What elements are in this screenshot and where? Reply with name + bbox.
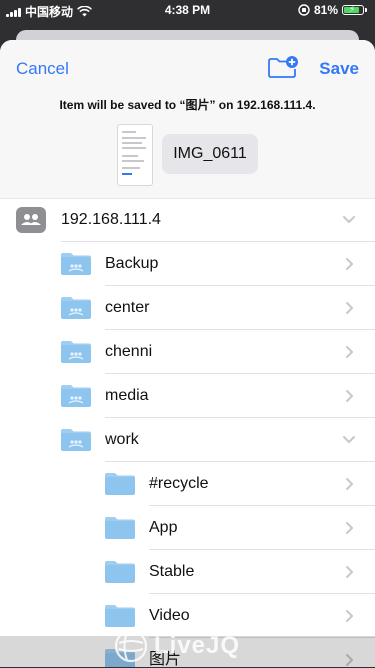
folder-icon <box>60 384 92 413</box>
new-folder-button[interactable] <box>267 55 299 81</box>
file-name-field[interactable]: IMG_0611 <box>162 134 258 174</box>
cancel-button[interactable]: Cancel <box>16 59 69 79</box>
folder-name: work <box>105 431 139 448</box>
watermark: LiveJQ <box>114 624 240 668</box>
chevron-right-icon <box>346 522 353 534</box>
chevron-right-icon <box>346 390 353 402</box>
folder-row[interactable]: center <box>0 286 375 330</box>
battery-icon: ⚡ <box>342 4 364 15</box>
status-left: 中国移动 <box>6 3 92 20</box>
folder-icon <box>60 428 92 457</box>
folder-icon <box>60 340 92 369</box>
folder-name: App <box>149 519 178 536</box>
chevron-down-icon <box>343 436 355 443</box>
folder-name: Backup <box>105 255 159 272</box>
folder-name: center <box>105 299 150 316</box>
battery-percent: 81% <box>313 3 338 17</box>
chevron-right-icon <box>346 302 353 314</box>
server-name: 192.168.111.4 <box>61 211 161 228</box>
cellular-signal-icon <box>6 7 21 17</box>
chevron-right-icon <box>346 566 353 578</box>
battery-cap <box>365 8 367 12</box>
chevron-right-icon <box>346 258 353 270</box>
folder-row[interactable]: work <box>0 418 375 462</box>
folder-icon <box>104 516 136 545</box>
folder-icon <box>104 472 136 501</box>
carrier-label: 中国移动 <box>25 5 74 19</box>
folder-row[interactable]: media <box>0 374 375 418</box>
folder-icon <box>60 252 92 281</box>
folder-row[interactable]: Backup <box>0 242 375 286</box>
folder-row[interactable]: Stable <box>0 550 375 594</box>
save-destination-message: Item will be saved to “图片” on 192.168.11… <box>59 98 316 112</box>
folder-row[interactable]: #recycle <box>0 462 375 506</box>
folder-name: chenni <box>105 343 153 360</box>
folder-name: #recycle <box>149 475 209 492</box>
file-thumbnail <box>117 124 153 186</box>
shared-server-icon <box>16 207 46 233</box>
status-right: 81% ⚡ <box>298 3 367 17</box>
new-folder-icon <box>268 56 298 78</box>
wifi-icon <box>77 6 92 17</box>
folder-row[interactable]: chenni <box>0 330 375 374</box>
chevron-down-icon <box>343 216 355 223</box>
orientation-lock-icon <box>298 4 310 16</box>
sheet-header: Cancel Save Item will be saved to “图片” o… <box>0 40 375 199</box>
folder-icon <box>60 296 92 325</box>
status-bar: 中国移动 4:38 PM 81% ⚡ <box>0 0 375 22</box>
watermark-logo-icon <box>114 629 148 663</box>
chevron-right-icon <box>346 610 353 622</box>
save-to-files-sheet: Cancel Save Item will be saved to “图片” o… <box>0 40 375 667</box>
chevron-right-icon <box>346 478 353 490</box>
folder-name: Stable <box>149 563 195 580</box>
folder-icon <box>104 560 136 589</box>
folder-name: media <box>105 387 149 404</box>
folder-row[interactable]: App <box>0 506 375 550</box>
watermark-text: LiveJQ <box>154 632 241 659</box>
save-button[interactable]: Save <box>319 59 359 79</box>
chevron-right-icon <box>346 346 353 358</box>
server-row[interactable]: 192.168.111.4 <box>0 198 375 242</box>
